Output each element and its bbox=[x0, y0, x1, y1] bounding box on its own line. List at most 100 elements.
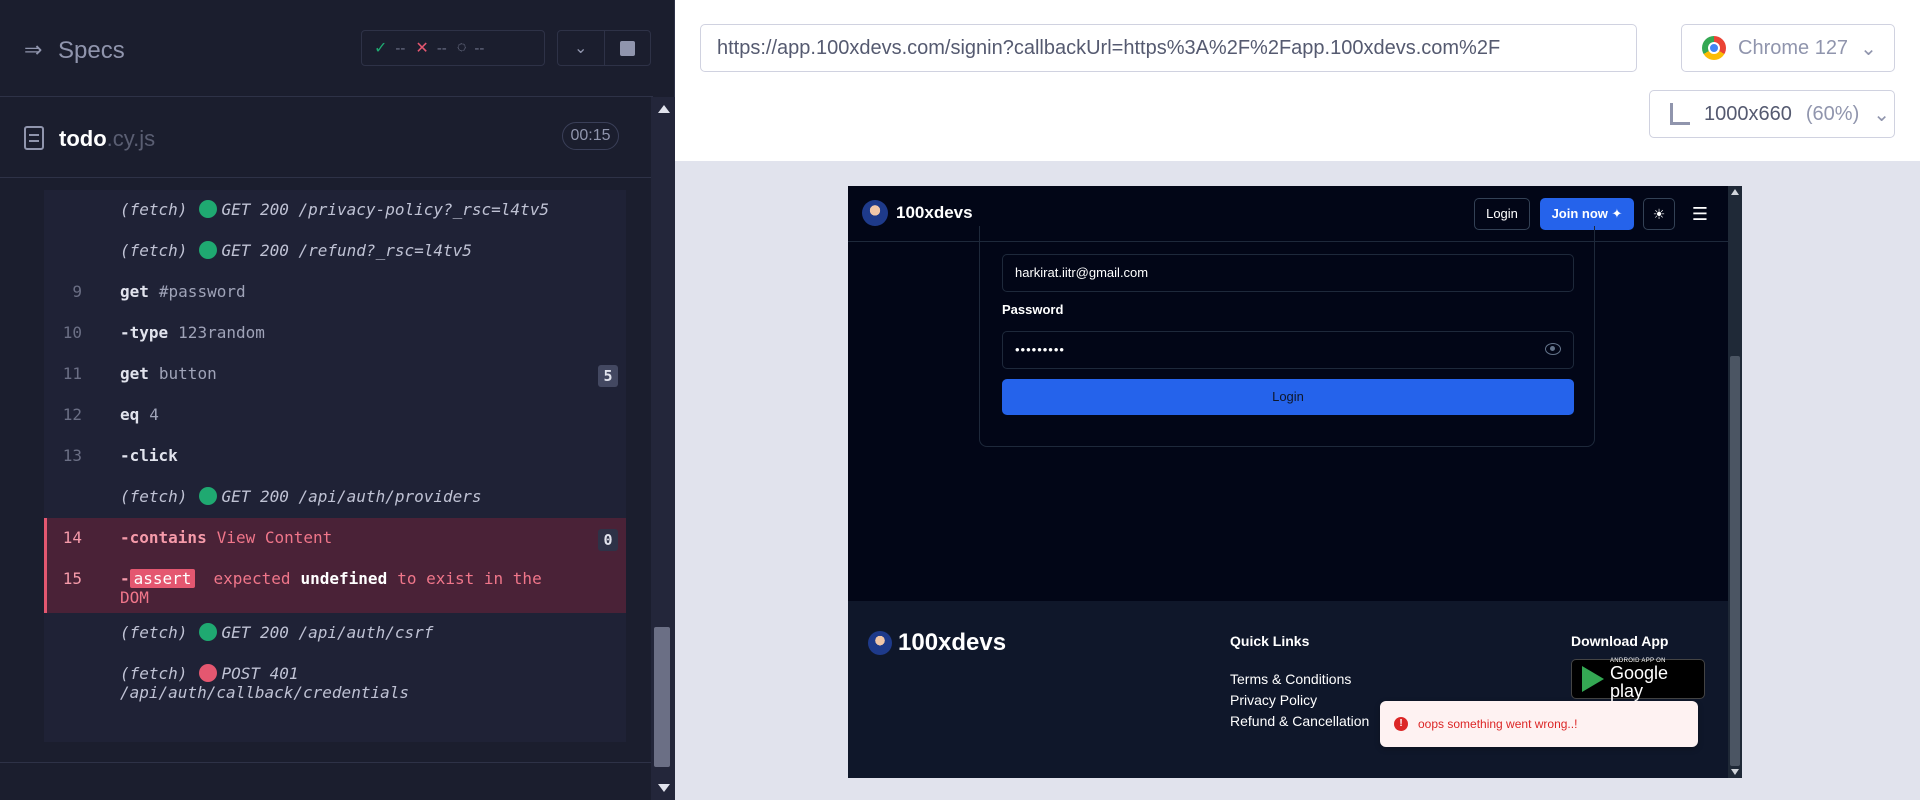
brand-name: 100xdevs bbox=[898, 629, 1007, 656]
stop-icon bbox=[619, 40, 635, 56]
site-footer: 100xdevs Quick Links Terms & Conditions … bbox=[848, 601, 1728, 778]
command-log-scrollbar[interactable] bbox=[651, 97, 675, 800]
status-dot-icon bbox=[199, 487, 218, 505]
theme-toggle-button[interactable]: ☀ bbox=[1643, 198, 1675, 230]
command-message: View Content bbox=[216, 528, 333, 547]
footer-logo[interactable]: 100xdevs bbox=[868, 629, 1006, 657]
scroll-down-icon[interactable] bbox=[1731, 769, 1739, 775]
command-number: 15 bbox=[62, 569, 82, 588]
scrollbar-thumb[interactable] bbox=[1730, 356, 1740, 766]
stop-button[interactable] bbox=[605, 31, 651, 65]
element-count-badge: 0 bbox=[598, 529, 618, 551]
chevron-down-icon: ⌄ bbox=[1860, 37, 1877, 60]
scrollbar-thumb[interactable] bbox=[654, 627, 670, 767]
command-name: (fetch) bbox=[120, 623, 188, 642]
footer-link-privacy[interactable]: Privacy Policy bbox=[1230, 690, 1369, 711]
x-icon: ✕ bbox=[415, 40, 429, 57]
menu-button[interactable]: ☰ bbox=[1686, 200, 1714, 228]
command-message: GET 200 /privacy-policy?_rsc=l4tv5 bbox=[221, 200, 549, 219]
element-count-badge: 5 bbox=[598, 365, 618, 387]
assert-message: expected bbox=[213, 569, 291, 588]
command-row[interactable]: 10 -type 123random bbox=[44, 313, 626, 354]
command-number: 9 bbox=[72, 282, 82, 301]
login-button[interactable]: Login bbox=[1002, 379, 1574, 415]
run-controls: ⌄ bbox=[557, 30, 651, 66]
password-field[interactable]: ••••••••• bbox=[1002, 331, 1574, 369]
hamburger-icon: ☰ bbox=[1691, 204, 1709, 224]
spec-name: todo bbox=[59, 126, 107, 151]
command-row[interactable]: 9 get #password bbox=[44, 272, 626, 313]
scroll-up-icon[interactable] bbox=[1731, 189, 1739, 195]
scroll-up-icon[interactable] bbox=[658, 105, 670, 113]
divider bbox=[0, 762, 651, 763]
command-name: -contains bbox=[120, 528, 207, 547]
command-number: 14 bbox=[62, 528, 82, 547]
cypress-runner: ⇒ Specs ✓ -- ✕ -- ◌ -- ⌄ todo.cy.js 00:15 (… bbox=[0, 0, 675, 800]
failed-count: -- bbox=[436, 39, 447, 57]
brand-name: 100xdevs bbox=[896, 203, 973, 222]
document-icon bbox=[24, 126, 44, 150]
play-badge-text: ANDROID APP ON Google play bbox=[1610, 658, 1704, 700]
command-message: /api/auth/callback/credentials bbox=[120, 683, 409, 702]
spec-file-header: todo.cy.js bbox=[0, 98, 653, 178]
specs-toggle-icon[interactable]: ⇒ bbox=[24, 38, 48, 62]
command-row[interactable]: (fetch) POST 401/api/auth/callback/creden… bbox=[44, 654, 626, 704]
passed-count: -- bbox=[395, 39, 406, 57]
command-row[interactable]: (fetch) GET 200 /privacy-policy?_rsc=l4tv… bbox=[44, 190, 626, 231]
command-name: (fetch) bbox=[120, 487, 188, 506]
eye-icon[interactable] bbox=[1545, 343, 1561, 355]
command-row[interactable]: 12 eq 4 bbox=[44, 395, 626, 436]
footer-link-refund[interactable]: Refund & Cancellation bbox=[1230, 711, 1369, 732]
download-app-title: Download App bbox=[1571, 633, 1669, 649]
command-name: (fetch) bbox=[120, 241, 188, 260]
site-logo[interactable]: 100xdevs bbox=[862, 200, 973, 226]
specs-header: ⇒ Specs ✓ -- ✕ -- ◌ -- ⌄ bbox=[0, 0, 653, 97]
play-badge-big: Google play bbox=[1610, 663, 1669, 701]
status-dot-icon bbox=[199, 664, 218, 682]
scroll-down-icon[interactable] bbox=[658, 784, 670, 792]
email-field[interactable]: harkirat.iitr@gmail.com bbox=[1002, 254, 1574, 292]
footer-link-terms[interactable]: Terms & Conditions bbox=[1230, 669, 1369, 690]
viewport-size: 1000x660 bbox=[1704, 102, 1792, 125]
command-message: button bbox=[158, 364, 217, 383]
failed-stat: ✕ -- bbox=[415, 38, 446, 58]
command-number: 12 bbox=[62, 405, 82, 424]
viewport-selector[interactable]: 1000x660 (60%) ⌄ bbox=[1649, 90, 1895, 138]
aut-header: https://app.100xdevs.com/signin?callback… bbox=[675, 0, 1920, 162]
chevron-down-icon: ⌄ bbox=[574, 40, 588, 57]
aut-stage: 100xdevs Login Join now ✦ ☀ ☰ harkirat.i… bbox=[675, 162, 1920, 800]
play-store-icon bbox=[1582, 666, 1604, 692]
command-row[interactable]: (fetch) GET 200 /api/auth/csrf bbox=[44, 613, 626, 654]
quick-links: Terms & Conditions Privacy Policy Refund… bbox=[1230, 669, 1369, 732]
spec-file-name: todo.cy.js bbox=[59, 126, 155, 152]
status-dot-icon bbox=[199, 623, 218, 641]
url-bar[interactable]: https://app.100xdevs.com/signin?callback… bbox=[700, 24, 1637, 72]
command-row[interactable]: 11 get button 5 bbox=[44, 354, 626, 395]
google-play-badge[interactable]: ANDROID APP ON Google play bbox=[1571, 658, 1705, 700]
command-message: POST 401 bbox=[221, 664, 299, 683]
spinner-icon: ◌ bbox=[456, 39, 467, 56]
browser-selector[interactable]: Chrome 127 ⌄ bbox=[1681, 24, 1895, 72]
command-name: -type bbox=[120, 323, 169, 342]
command-name: - bbox=[120, 569, 130, 588]
viewport-scale: (60%) bbox=[1805, 102, 1860, 125]
toast-message: oops something went wrong..! bbox=[1418, 717, 1578, 731]
command-row[interactable]: (fetch) GET 200 /api/auth/providers bbox=[44, 477, 626, 518]
password-value: ••••••••• bbox=[1015, 342, 1065, 357]
chrome-icon bbox=[1702, 36, 1726, 60]
command-row-failed[interactable]: 14 -contains View Content 0 bbox=[44, 518, 626, 559]
command-row-failed[interactable]: 15 - assert expected undefined to exist in t… bbox=[44, 559, 626, 613]
collapse-button[interactable]: ⌄ bbox=[558, 31, 605, 65]
command-log: (fetch) GET 200 /privacy-policy?_rsc=l4tv… bbox=[44, 190, 626, 742]
command-row[interactable]: (fetch) GET 200 /refund?_rsc=l4tv5 bbox=[44, 231, 626, 272]
specs-title[interactable]: Specs bbox=[58, 37, 125, 65]
command-message: GET 200 /refund?_rsc=l4tv5 bbox=[221, 241, 472, 260]
avatar bbox=[862, 200, 888, 226]
command-row[interactable]: 13 -click bbox=[44, 436, 626, 477]
command-message: GET 200 /api/auth/providers bbox=[221, 487, 482, 506]
iframe-scrollbar[interactable] bbox=[1728, 186, 1742, 778]
browser-label: Chrome 127 bbox=[1738, 36, 1849, 59]
sun-icon: ☀ bbox=[1652, 206, 1666, 222]
command-name: (fetch) bbox=[120, 200, 188, 219]
ruler-icon bbox=[1670, 103, 1690, 125]
